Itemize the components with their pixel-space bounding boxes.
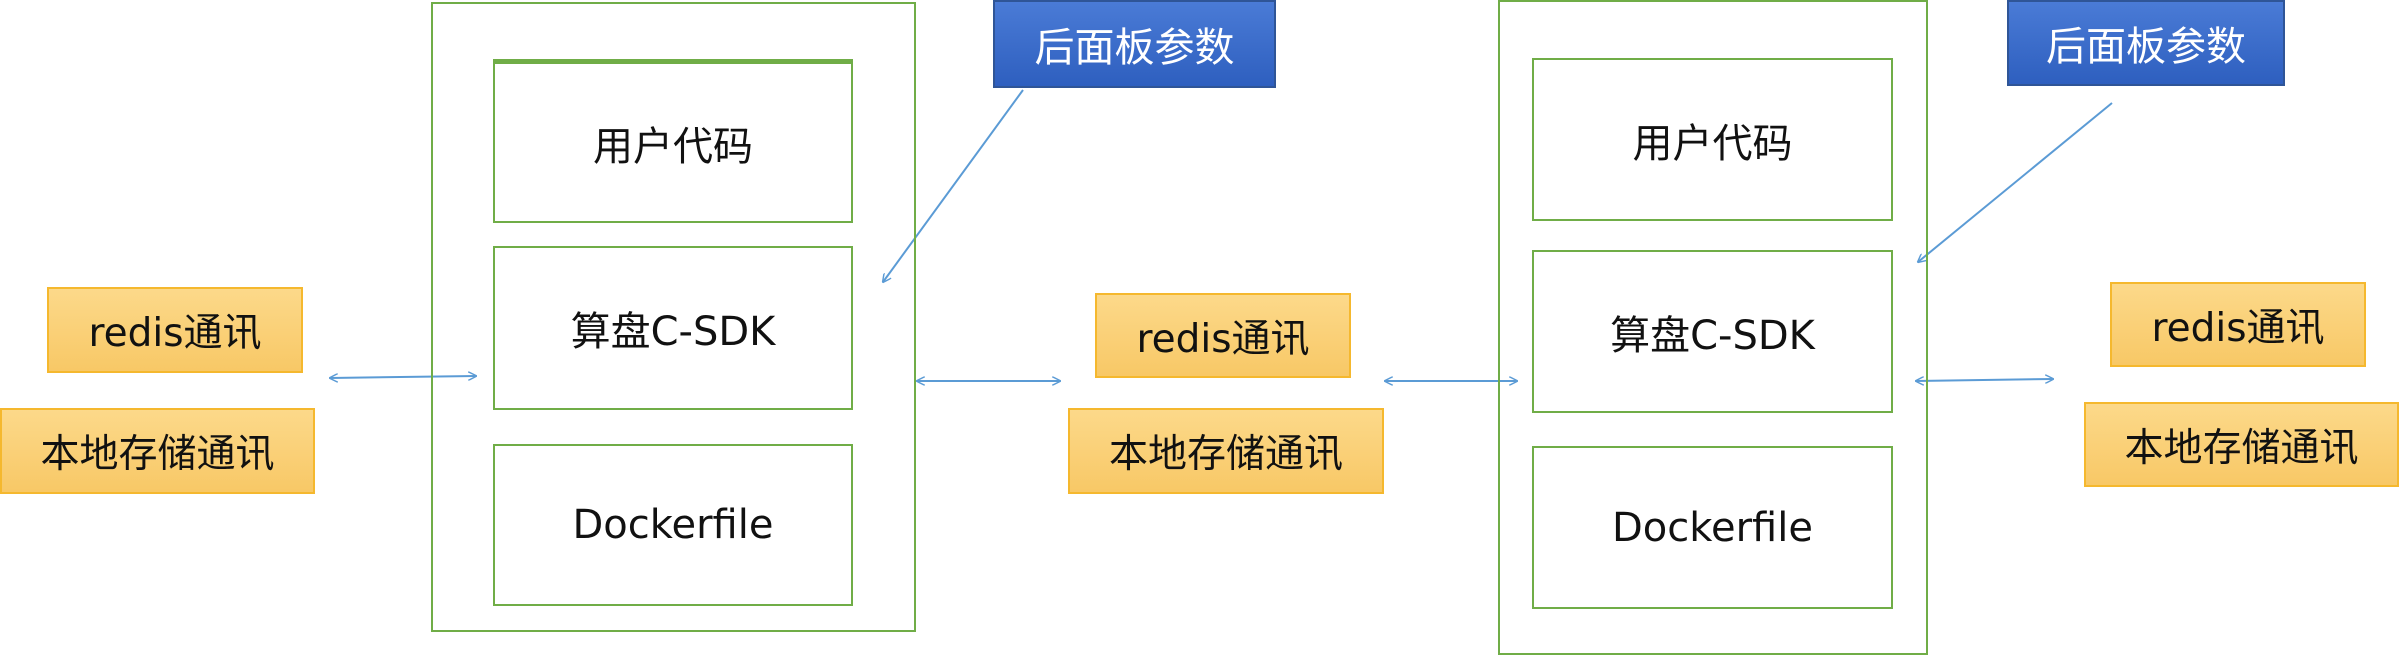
container-1-dockerfile-label: Dockerfile <box>572 502 774 548</box>
container-1-user-code-label: 用户代码 <box>593 123 753 170</box>
container-1-sdk-label: 算盘C-SDK <box>570 309 776 355</box>
panel-param-box-1: 后面板参数 <box>993 0 1276 88</box>
middle-redis-comm-box: redis通讯 <box>1095 293 1351 378</box>
panel-param-box-2: 后面板参数 <box>2007 0 2285 86</box>
middle-local-storage-comm-label: 本地存储通讯 <box>1108 432 1343 477</box>
right-redis-comm-box: redis通讯 <box>2110 282 2366 367</box>
arrow-param-2-to-sdk <box>1918 102 2113 262</box>
middle-local-storage-comm-box: 本地存储通讯 <box>1068 408 1384 494</box>
panel-param-label-1: 后面板参数 <box>1034 25 1235 71</box>
container-2-user-code-label: 用户代码 <box>1632 120 1793 167</box>
right-local-storage-comm-label: 本地存储通讯 <box>2124 425 2359 471</box>
middle-redis-comm-label: redis通讯 <box>1136 316 1310 362</box>
container-2-sdk-label: 算盘C-SDK <box>1610 312 1815 359</box>
left-redis-comm-box: redis通讯 <box>47 287 303 373</box>
container-1-user-code-box: 用户代码 <box>493 59 853 223</box>
left-redis-comm-label: redis通讯 <box>88 311 262 356</box>
container-2-sdk-box: 算盘C-SDK <box>1532 250 1893 413</box>
container-1-sdk-box: 算盘C-SDK <box>493 246 853 410</box>
arrow-container-2-to-right-comm <box>1916 379 2053 381</box>
container-2-dockerfile-label: Dockerfile <box>1612 504 1813 551</box>
left-local-storage-comm-label: 本地存储通讯 <box>40 432 275 477</box>
left-local-storage-comm-box: 本地存储通讯 <box>0 408 315 494</box>
panel-param-label-2: 后面板参数 <box>2046 24 2246 70</box>
right-local-storage-comm-box: 本地存储通讯 <box>2084 402 2399 487</box>
container-1-dockerfile-box: Dockerfile <box>493 444 853 606</box>
container-2-dockerfile-box: Dockerfile <box>1532 446 1893 609</box>
container-2-user-code-box: 用户代码 <box>1532 58 1893 221</box>
right-redis-comm-label: redis通讯 <box>2151 305 2325 351</box>
